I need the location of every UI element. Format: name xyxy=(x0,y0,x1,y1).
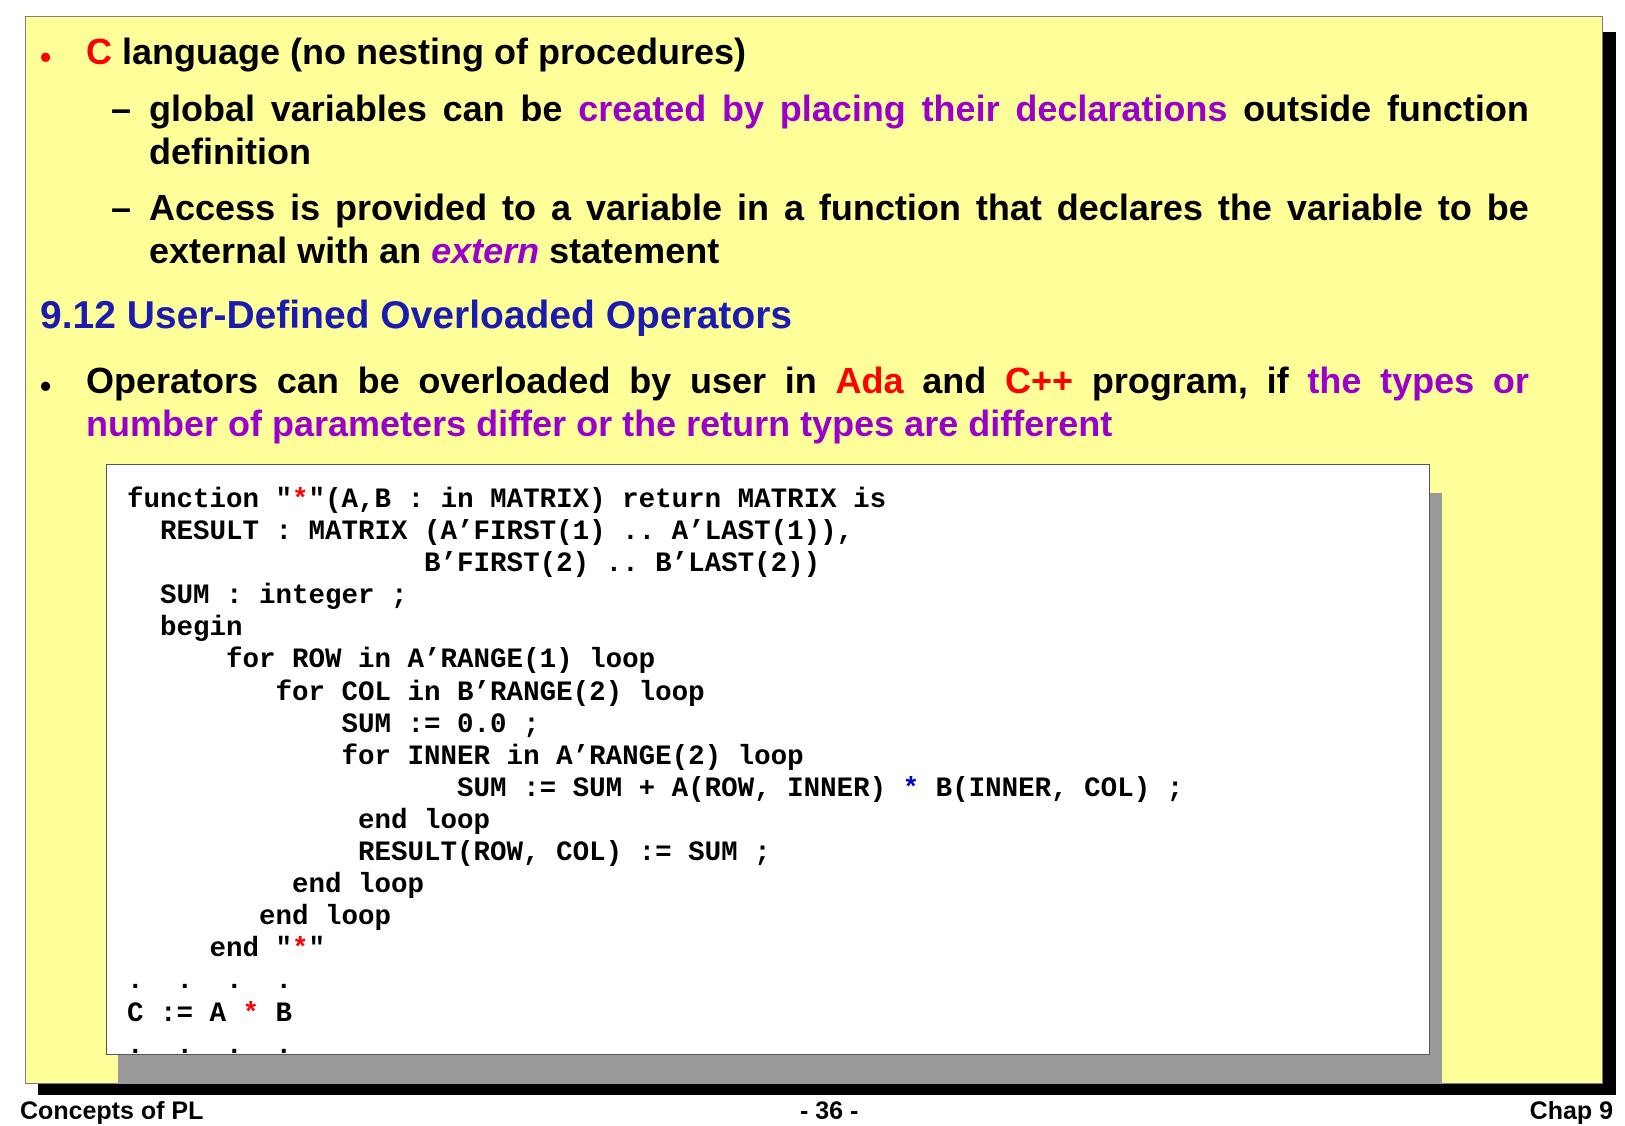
word: can xyxy=(276,360,339,401)
word: program, xyxy=(1091,360,1248,401)
star-operator: * xyxy=(902,773,920,805)
dash1-line1: global variables can be created by placing thei… xyxy=(149,88,1529,130)
word: a xyxy=(783,187,804,228)
word: Operators xyxy=(86,360,259,401)
bullet-dot: • xyxy=(40,368,52,404)
star-operator: * xyxy=(292,934,309,966)
operators-line2: number of parameters differ or the retur… xyxy=(86,403,1113,444)
word: variable xyxy=(1286,187,1423,228)
word: variable xyxy=(585,187,723,228)
page-number: - 36 - xyxy=(800,1097,859,1125)
word: to xyxy=(1437,187,1472,228)
bullet-c-language: C language (no nesting of procedures) xyxy=(86,31,746,73)
word: declarations xyxy=(1015,88,1228,129)
star-operator: * xyxy=(292,485,309,516)
code-box: function "*"(A,B : in MATRIX) return MAT… xyxy=(106,464,1430,1055)
word: overloaded xyxy=(418,360,611,401)
c-label: C xyxy=(86,31,112,72)
word: declares xyxy=(1056,187,1203,228)
word: user xyxy=(689,360,766,401)
word: in xyxy=(736,187,769,228)
star-operator: * xyxy=(242,998,260,1030)
dash-marker: – xyxy=(111,187,132,228)
slide: • C language (no nesting of procedures) … xyxy=(25,16,1603,1084)
dash2-line1: Access is provided to a variable in a function th… xyxy=(149,187,1529,229)
word: if xyxy=(1266,360,1289,401)
word: by xyxy=(629,360,672,401)
dash2-line2: external with an extern statement xyxy=(149,230,719,272)
word: to xyxy=(502,187,536,228)
ada-code: function "*"(A,B : in MATRIX) return MAT… xyxy=(127,485,1184,1055)
footer-right: Chap 9 xyxy=(1529,1097,1613,1125)
word: outside xyxy=(1243,88,1372,129)
word: the xyxy=(1307,360,1362,401)
word: be xyxy=(520,88,563,129)
dash1-line2: definition xyxy=(149,131,311,172)
operators-line1: Operators can be overloaded by user in Ada and C+… xyxy=(86,360,1529,402)
section-heading: 9.12 User-Defined Overloaded Operators xyxy=(40,294,793,337)
word: the xyxy=(1217,187,1272,228)
word: by xyxy=(722,88,765,129)
word: can xyxy=(442,88,505,129)
word: provided xyxy=(335,187,488,228)
word: be xyxy=(1486,187,1529,228)
word: global xyxy=(149,88,255,129)
dash2-line2-post: statement xyxy=(539,230,720,271)
word: function xyxy=(1386,88,1529,129)
extern-keyword: extern xyxy=(431,230,540,271)
word: C++ xyxy=(1005,360,1074,401)
word: be xyxy=(357,360,400,401)
word: and xyxy=(922,360,987,401)
footer-left: Concepts of PL xyxy=(20,1097,204,1125)
c-bullet-text: language (no nesting of procedures) xyxy=(112,31,747,72)
word: created xyxy=(578,88,707,129)
dash2-line2-pre: external with an xyxy=(149,230,432,271)
word: their xyxy=(921,88,1000,129)
word: Ada xyxy=(835,360,904,401)
word: variables xyxy=(270,88,427,129)
word: in xyxy=(784,360,817,401)
word: or xyxy=(1492,360,1529,401)
word: types xyxy=(1380,360,1475,401)
word: function xyxy=(818,187,961,228)
word: Access xyxy=(149,187,276,228)
bullet-dot: • xyxy=(40,39,52,75)
word: is xyxy=(290,187,321,228)
word: placing xyxy=(779,88,906,129)
word: that xyxy=(975,187,1042,228)
dash-marker: – xyxy=(111,88,132,129)
word: a xyxy=(550,187,571,228)
